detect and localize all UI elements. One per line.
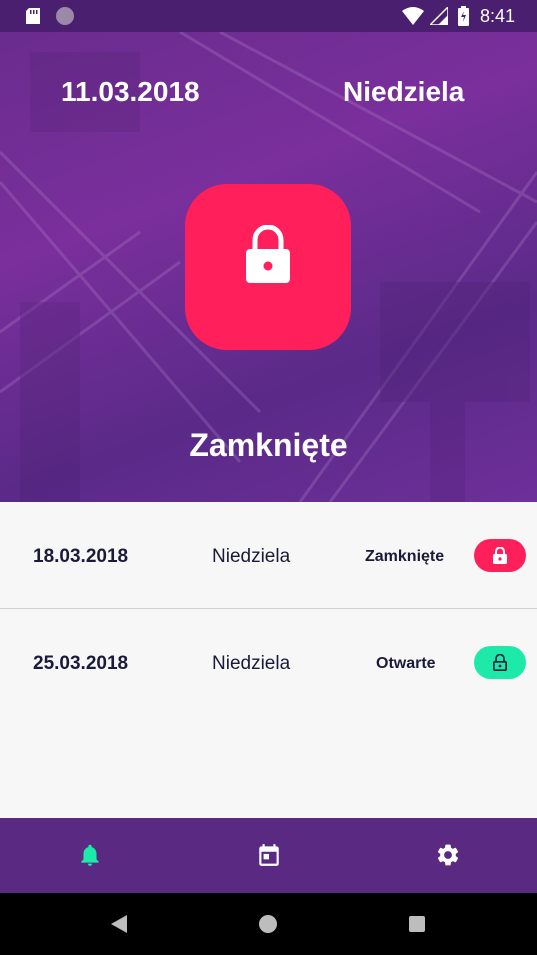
- row-day: Niedziela: [212, 653, 291, 674]
- nav-settings[interactable]: [358, 818, 537, 893]
- hero-day: Niedziela: [343, 76, 465, 107]
- sd-card-icon: [26, 8, 40, 24]
- lock-open-icon: [493, 654, 507, 671]
- gear-icon: [437, 844, 459, 866]
- hero-date: 11.03.2018: [61, 76, 200, 107]
- nav-calendar[interactable]: [179, 818, 358, 893]
- notification-dot-icon: [56, 7, 74, 25]
- row-status: Zamknięte: [365, 548, 445, 565]
- back-icon[interactable]: [111, 915, 127, 933]
- home-icon[interactable]: [259, 915, 277, 933]
- lock-icon: [246, 225, 290, 283]
- bottom-navigation: [0, 818, 537, 893]
- signal-icon: [430, 7, 448, 25]
- status-time: 8:41: [480, 6, 516, 26]
- status-bar: 8:41: [0, 0, 537, 32]
- list-item[interactable]: 25.03.2018 Niedziela Otwarte: [0, 609, 537, 715]
- bell-icon: [81, 844, 99, 866]
- calendar-icon: [259, 844, 279, 866]
- hero-banner: 11.03.2018 Niedziela Zamknięte: [0, 32, 537, 502]
- list-item[interactable]: 18.03.2018 Niedziela Zamknięte: [0, 502, 537, 609]
- battery-icon: [458, 6, 469, 26]
- lock-closed-icon: [493, 547, 507, 564]
- hero-status-label: Zamknięte: [189, 427, 348, 463]
- status-badge: [474, 646, 526, 679]
- system-navigation-bar: [0, 893, 537, 955]
- nav-notifications[interactable]: [0, 818, 179, 893]
- status-badge: [474, 539, 526, 572]
- lock-status-tile[interactable]: [185, 184, 351, 350]
- row-date: 25.03.2018: [33, 653, 129, 674]
- schedule-list: 18.03.2018 Niedziela Zamknięte 25.03.201…: [0, 502, 537, 818]
- row-status: Otwarte: [376, 655, 436, 672]
- row-day: Niedziela: [212, 546, 291, 567]
- wifi-icon: [402, 7, 424, 25]
- row-date: 18.03.2018: [33, 546, 129, 567]
- recents-icon[interactable]: [409, 916, 425, 932]
